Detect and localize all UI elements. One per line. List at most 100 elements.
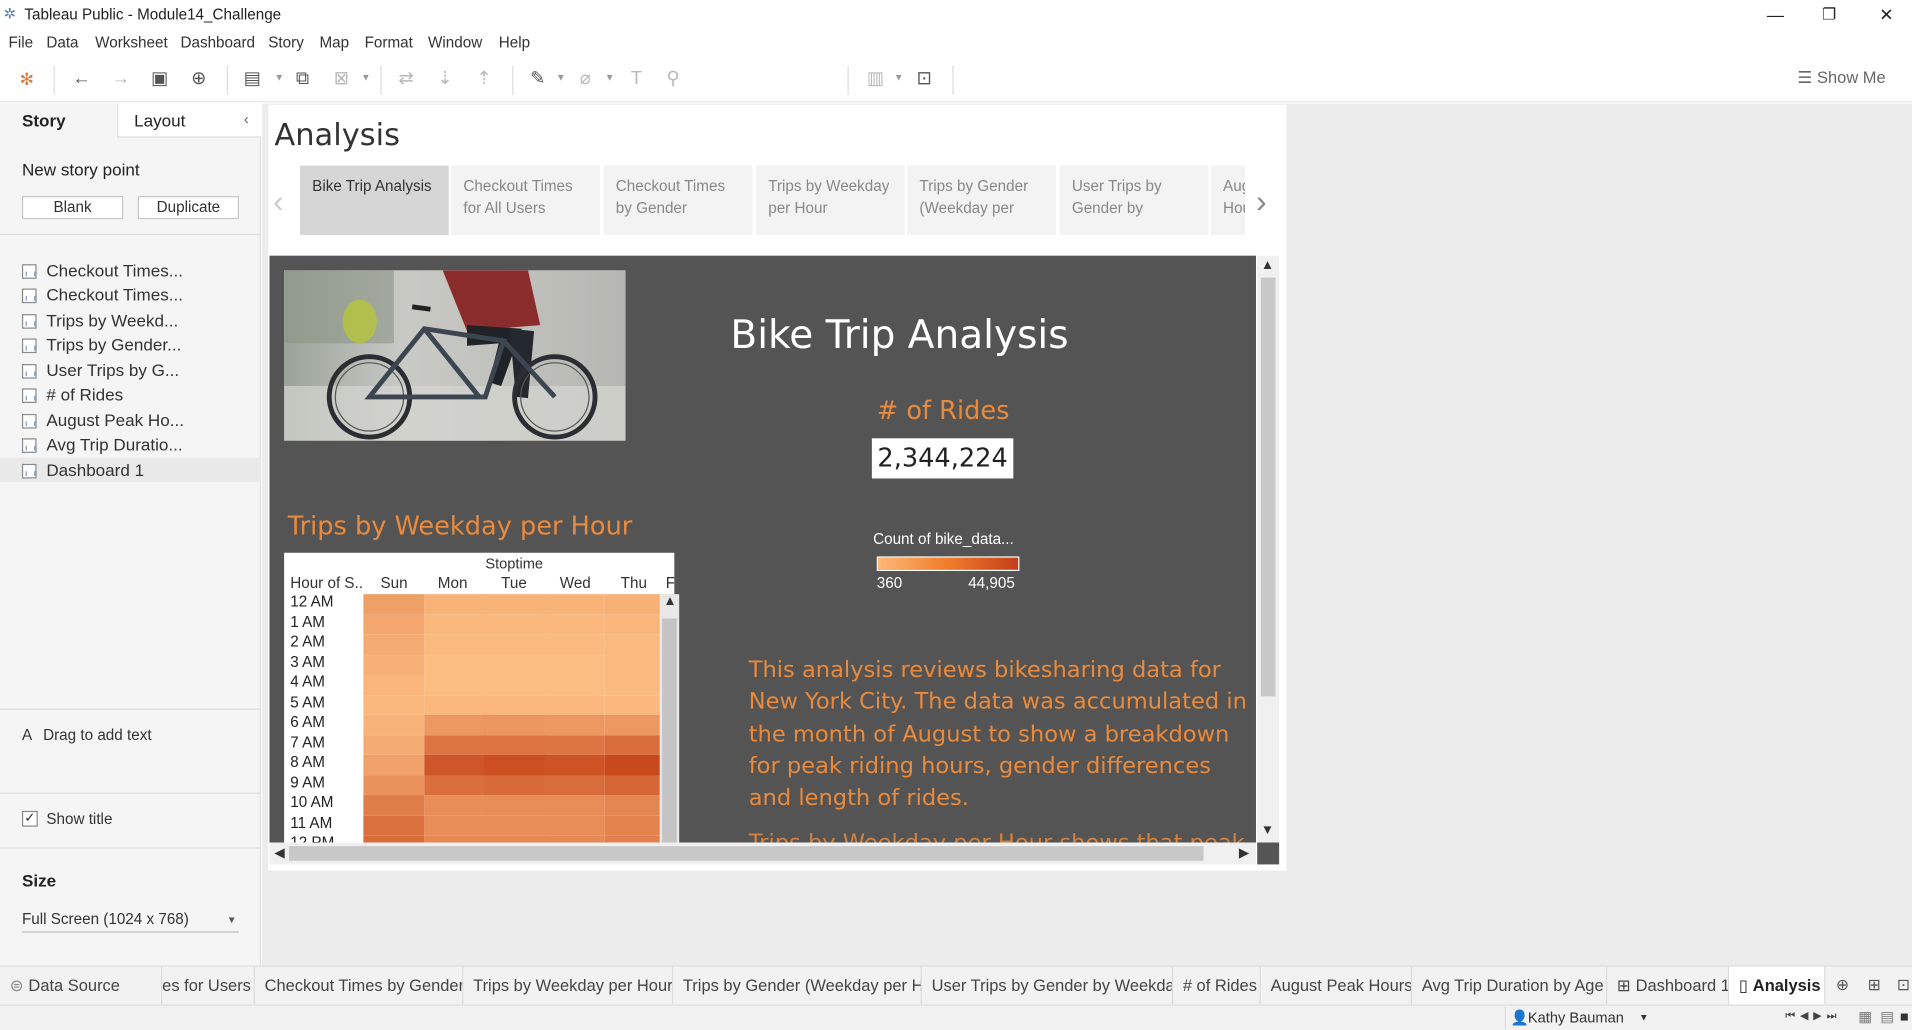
story-point-7[interactable]: Aug Hou [1210, 165, 1246, 235]
new-worksheet-icon[interactable]: ▤ [241, 68, 263, 90]
heatmap-cell[interactable] [543, 654, 605, 675]
next-story-point-icon[interactable]: › [1256, 183, 1267, 221]
heatmap-cell[interactable] [424, 654, 485, 675]
heatmap-cell[interactable] [484, 714, 545, 735]
sort-ascending-icon[interactable]: ⇣ [434, 68, 456, 90]
heatmap-scrollbar[interactable]: ▲ [659, 594, 680, 843]
heatmap-cell[interactable] [543, 614, 605, 635]
heatmap-cell[interactable] [484, 694, 545, 715]
grid-view-icon[interactable]: ▦ [1858, 1008, 1872, 1025]
show-title-checkbox[interactable]: ✓ [21, 810, 38, 827]
heatmap-cell[interactable] [543, 594, 605, 615]
heatmap-cell[interactable] [604, 795, 666, 816]
menu-help[interactable]: Help [499, 34, 530, 51]
heatmap-cell[interactable] [543, 734, 605, 755]
minimize-button[interactable]: — [1751, 2, 1800, 26]
show-cards-icon[interactable]: ▥ [865, 68, 887, 90]
sheet-list-item[interactable]: User Trips by G... [0, 358, 261, 382]
tab-view-icon[interactable]: ■ [1900, 1008, 1909, 1025]
heatmap-cell[interactable] [363, 815, 424, 836]
sort-descending-icon[interactable]: ⇡ [473, 68, 495, 90]
tab-data-source[interactable]: ⊜ Data Source [0, 966, 163, 1005]
new-worksheet-tab-icon[interactable]: ⊕ [1832, 974, 1854, 996]
heatmap-chart[interactable]: Stoptime Hour of S.. Sun Mon Tue Wed Thu F 12 A… [284, 552, 675, 843]
tab-number-of-rides[interactable]: # of Rides [1173, 966, 1261, 1005]
tab-trips-by-weekday-per-hour[interactable]: Trips by Weekday per Hour [463, 966, 674, 1005]
heatmap-cell[interactable] [484, 594, 545, 615]
story-point-1[interactable]: Bike Trip Analysis [299, 165, 449, 235]
heatmap-cell[interactable] [363, 674, 424, 695]
show-mark-labels-icon[interactable]: T [626, 68, 648, 90]
heatmap-cell[interactable] [543, 634, 605, 655]
sheet-list-item[interactable]: Avg Trip Duratio... [0, 432, 261, 456]
heatmap-cell[interactable] [424, 674, 485, 695]
save-icon[interactable]: ▣ [149, 68, 171, 90]
heatmap-cell[interactable] [604, 694, 666, 715]
heatmap-cell[interactable] [363, 774, 424, 796]
clear-sheet-icon[interactable]: ⊠ [330, 68, 352, 90]
dashboard-vertical-scrollbar[interactable]: ▲ ▼ [1257, 255, 1280, 843]
heatmap-cell[interactable] [484, 795, 545, 816]
menu-format[interactable]: Format [365, 34, 413, 51]
tab-analysis[interactable]: ▯ Analysis [1729, 966, 1826, 1005]
heatmap-cell[interactable] [543, 774, 605, 796]
show-cards-dropdown-icon[interactable]: ▼ [894, 72, 904, 83]
heatmap-cell[interactable] [543, 815, 605, 836]
close-button[interactable]: ✕ [1862, 2, 1911, 26]
redo-icon[interactable]: → [110, 68, 132, 90]
heatmap-cell[interactable] [604, 734, 666, 755]
heatmap-cell[interactable] [604, 594, 666, 615]
highlight-icon[interactable]: ✎ [527, 68, 549, 90]
duplicate-sheet-icon[interactable]: ⧉ [291, 68, 313, 90]
highlight-dropdown-icon[interactable]: ▼ [556, 72, 566, 83]
heatmap-cell[interactable] [484, 634, 545, 655]
story-point-3[interactable]: Checkout Times by Gender [603, 165, 753, 235]
scroll-left-icon[interactable]: ◀ [274, 845, 284, 861]
tab-checkout-times-for-users[interactable]: es for Users [162, 966, 255, 1005]
fix-axes-icon[interactable]: ⚲ [662, 68, 684, 90]
heatmap-cell[interactable] [543, 674, 605, 695]
menu-dashboard[interactable]: Dashboard [180, 34, 255, 51]
heatmap-cell[interactable] [424, 815, 485, 836]
presentation-mode-icon[interactable]: ⊡ [913, 68, 935, 90]
menu-map[interactable]: Map [319, 34, 349, 51]
new-worksheet-dropdown-icon[interactable]: ▼ [274, 72, 284, 83]
drag-to-add-text[interactable]: A Drag to add text [22, 727, 152, 744]
heatmap-cell[interactable] [484, 774, 545, 796]
sheet-list-item-dashboard[interactable]: Dashboard 1 [0, 457, 261, 483]
heatmap-cell[interactable] [363, 694, 424, 715]
heatmap-cell[interactable] [424, 694, 485, 715]
heatmap-cell[interactable] [543, 714, 605, 735]
heatmap-cell[interactable] [604, 614, 666, 635]
heatmap-cell[interactable] [484, 815, 545, 836]
menu-story[interactable]: Story [268, 34, 304, 51]
heatmap-cell[interactable] [424, 835, 485, 843]
tab-dashboard-1[interactable]: ⊞ Dashboard 1 [1607, 966, 1730, 1005]
heatmap-cell[interactable] [424, 634, 485, 655]
new-dashboard-tab-icon[interactable]: ⊞ [1863, 974, 1885, 996]
heatmap-cell[interactable] [363, 594, 424, 615]
maximize-button[interactable]: ❐ [1805, 2, 1854, 26]
heatmap-cell[interactable] [363, 654, 424, 675]
heatmap-cell[interactable] [424, 774, 485, 796]
scrollbar-thumb[interactable] [288, 846, 1204, 861]
scrollbar-thumb[interactable] [662, 618, 677, 843]
heatmap-cell[interactable] [363, 634, 424, 655]
heatmap-cell[interactable] [543, 694, 605, 715]
tab-story[interactable]: Story [0, 103, 118, 138]
menu-worksheet[interactable]: Worksheet [95, 34, 168, 51]
scroll-up-icon[interactable]: ▲ [663, 594, 676, 609]
heatmap-cell[interactable] [363, 734, 424, 755]
heatmap-cell[interactable] [424, 614, 485, 635]
menu-window[interactable]: Window [428, 34, 482, 51]
sheet-list-item[interactable]: Checkout Times... [0, 282, 261, 306]
tableau-logo-icon[interactable]: ✻ [16, 68, 38, 90]
heatmap-cell[interactable] [484, 835, 545, 843]
user-menu[interactable]: 👤 Kathy Bauman ▼ [1504, 1006, 1656, 1029]
heatmap-cell[interactable] [424, 594, 485, 615]
sheet-list-item[interactable]: August Peak Ho... [0, 408, 261, 432]
clear-sheet-dropdown-icon[interactable]: ▼ [361, 72, 371, 83]
group-dropdown-icon[interactable]: ▼ [605, 72, 615, 83]
story-point-5[interactable]: Trips by Gender (Weekday per [907, 165, 1057, 235]
add-datasource-icon[interactable]: ⊕ [188, 68, 210, 90]
